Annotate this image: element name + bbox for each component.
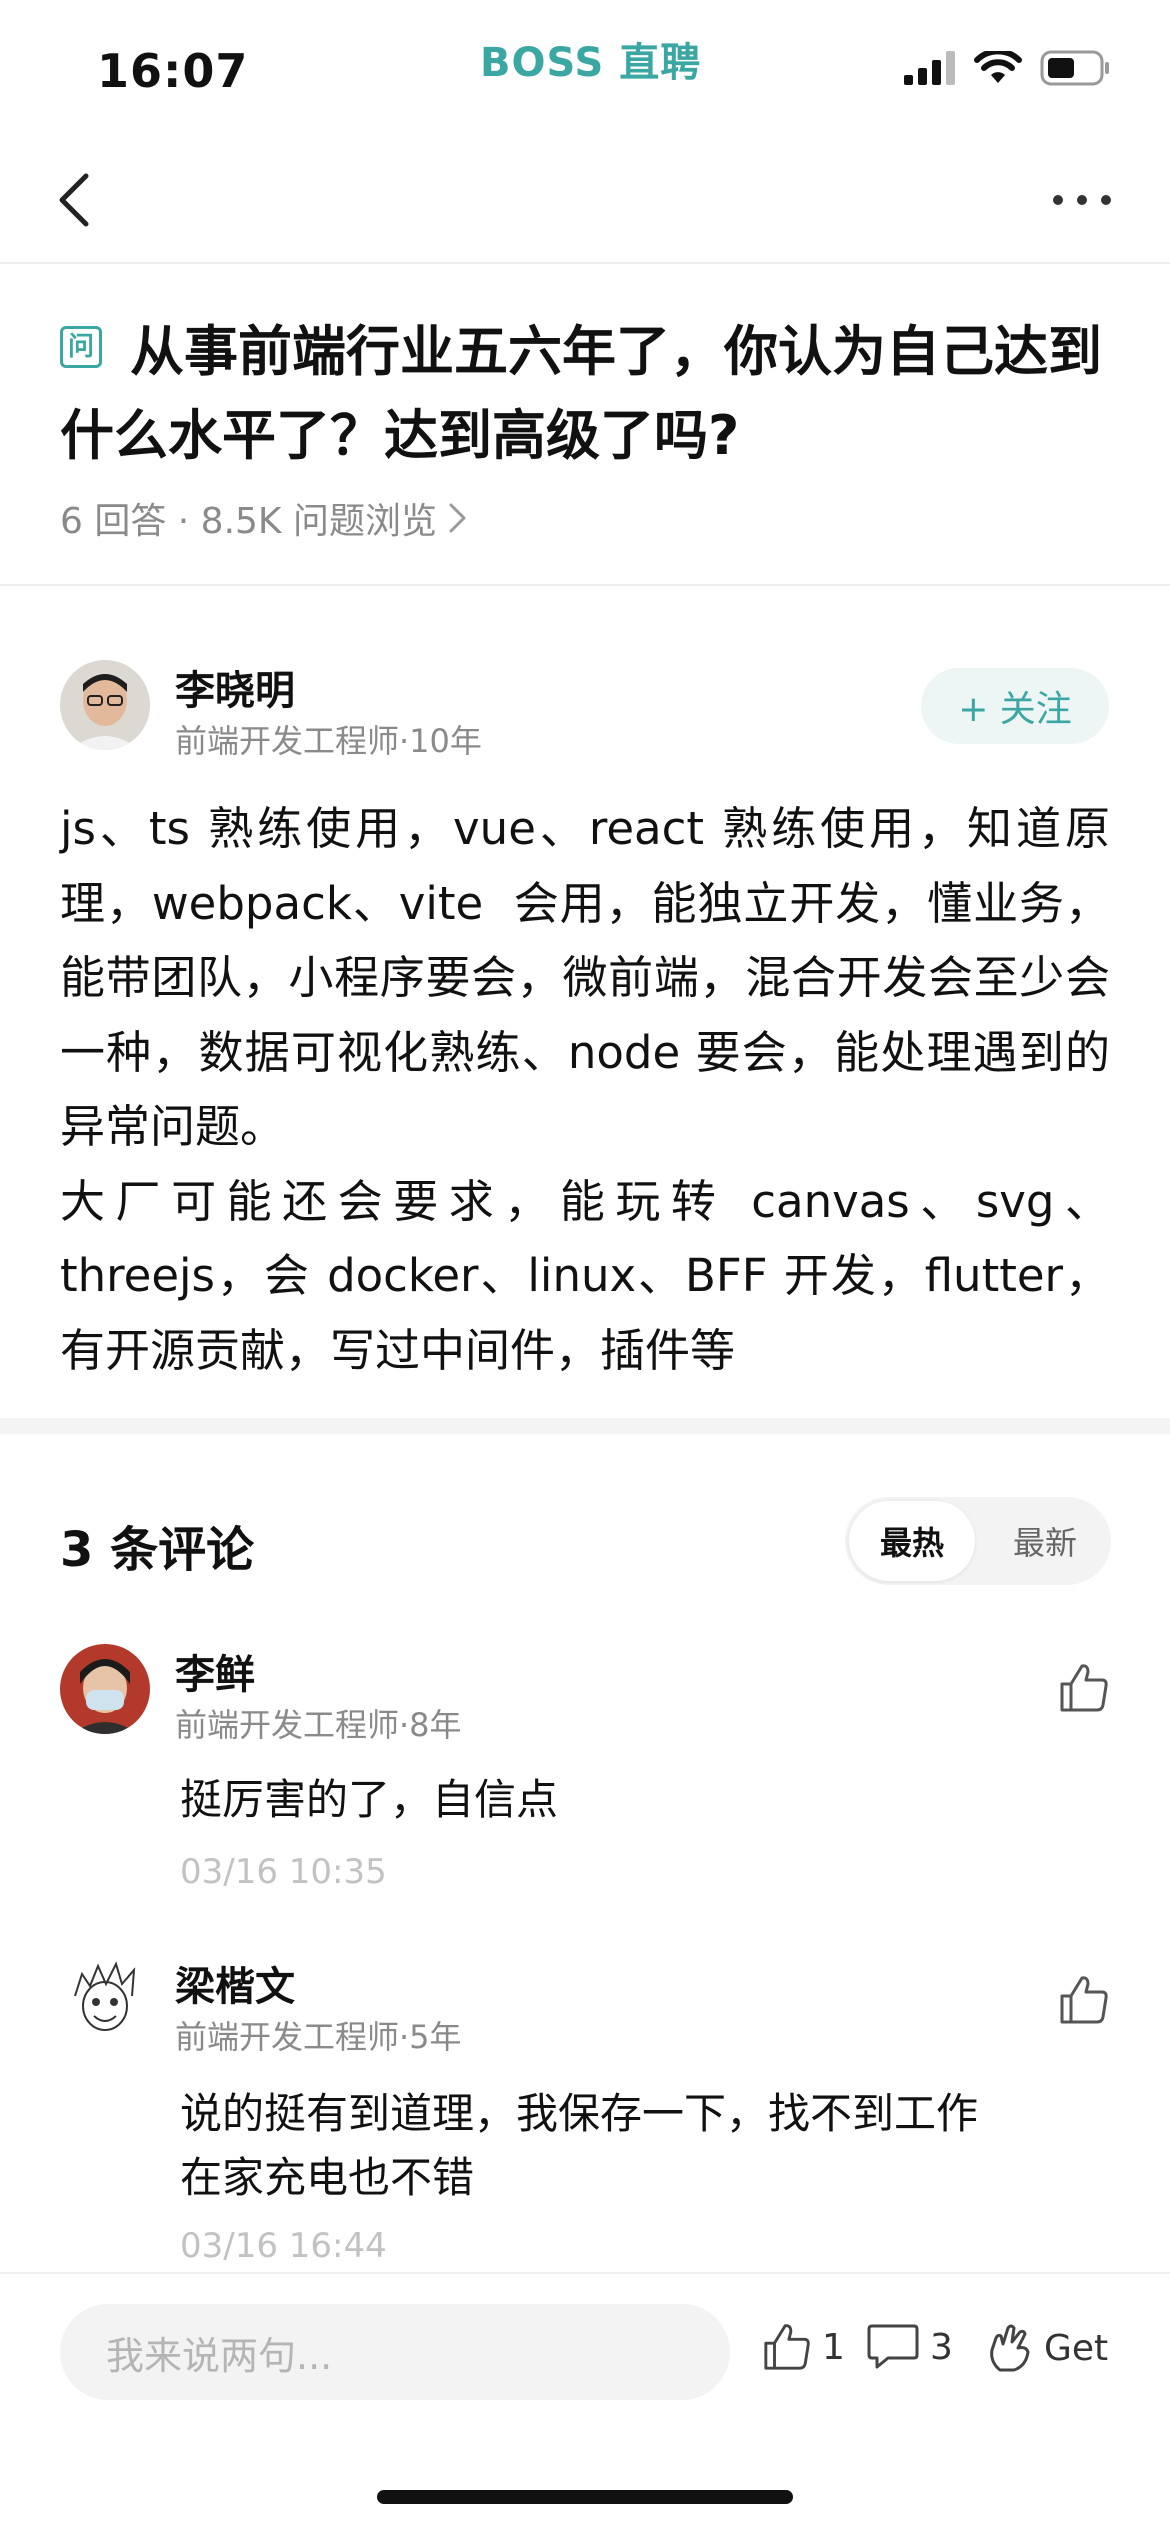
answer-author-title: 前端开发工程师·10年 bbox=[175, 722, 482, 760]
hand-snap-icon bbox=[990, 2324, 1030, 2372]
section-divider bbox=[0, 1418, 1170, 1434]
thumbs-up-icon bbox=[1060, 1976, 1108, 2024]
get-action[interactable]: Get bbox=[986, 2322, 1108, 2374]
comment-author-name[interactable]: 梁楷文 bbox=[175, 1954, 295, 2012]
comment-text: 说的挺有到道理，我保存一下，找不到工作在家充电也不错 bbox=[180, 2089, 979, 2202]
back-button[interactable] bbox=[52, 170, 96, 230]
comment-avatar[interactable] bbox=[60, 1956, 150, 2046]
thumbs-up-icon bbox=[764, 2324, 810, 2370]
answer-author-avatar[interactable] bbox=[60, 660, 150, 750]
comment-avatar[interactable] bbox=[60, 1644, 150, 1734]
answer-author-name[interactable]: 李晓明 bbox=[175, 658, 295, 716]
comment-like-button[interactable] bbox=[1058, 1974, 1110, 2030]
comment-like-button[interactable] bbox=[1058, 1662, 1110, 1718]
question-divider bbox=[0, 584, 1170, 586]
comment-action[interactable]: 3 bbox=[866, 2322, 953, 2372]
comment-action-count: 3 bbox=[930, 2326, 953, 2368]
more-button[interactable] bbox=[1052, 190, 1112, 210]
comment-text: 挺厉害的了，自信点 bbox=[180, 1775, 559, 1824]
like-action[interactable]: 1 bbox=[762, 2322, 845, 2372]
battery-icon bbox=[1040, 50, 1109, 86]
comment-author-name[interactable]: 李鲜 bbox=[175, 1642, 255, 1700]
comment-author-title: 前端开发工程师·8年 bbox=[175, 1706, 462, 1744]
avatar-image bbox=[60, 1956, 150, 2046]
chevron-right-icon bbox=[449, 503, 466, 533]
sort-hot-tab[interactable]: 最热 bbox=[849, 1501, 975, 1581]
question-title: 从事前端行业五六年了，你认为自己达到什么水平了？达到高级了吗? bbox=[60, 320, 1102, 467]
comment-input[interactable]: 我来说两句... bbox=[60, 2304, 730, 2400]
avatar-image bbox=[60, 660, 150, 750]
wifi-icon bbox=[974, 51, 1022, 83]
get-label: Get bbox=[1044, 2327, 1109, 2369]
comment-count: 3 条评论 bbox=[60, 1522, 255, 1578]
like-count: 1 bbox=[822, 2326, 845, 2368]
question-badge: 问 bbox=[60, 326, 102, 368]
comment-time: 03/16 16:44 bbox=[180, 2226, 387, 2266]
question-meta-text: 6 回答 · 8.5K 问题浏览 bbox=[60, 501, 437, 542]
thumbs-up-icon bbox=[1060, 1664, 1108, 1712]
avatar-image bbox=[60, 1644, 150, 1734]
comment-time: 03/16 10:35 bbox=[180, 1852, 387, 1892]
comment-author-title: 前端开发工程师·5年 bbox=[175, 2018, 462, 2056]
brand-logo: BOSS 直聘 bbox=[480, 40, 702, 86]
more-horizontal-icon bbox=[1053, 195, 1111, 205]
follow-button[interactable]: + 关注 bbox=[921, 668, 1109, 744]
comment-bubble-icon bbox=[867, 2324, 919, 2369]
chevron-left-icon bbox=[59, 173, 89, 227]
question-meta[interactable]: 6 回答 · 8.5K 问题浏览 bbox=[60, 492, 469, 544]
status-time: 16:07 bbox=[97, 44, 249, 98]
cellular-signal-icon bbox=[904, 51, 955, 85]
status-icons bbox=[904, 50, 1110, 86]
home-indicator bbox=[377, 2490, 793, 2504]
answer-body: js、ts 熟练使用，vue、react 熟练使用，知道原理，webpack、v… bbox=[60, 802, 1110, 1377]
sort-new-tab[interactable]: 最新 bbox=[985, 1501, 1105, 1581]
nav-divider bbox=[0, 262, 1170, 264]
